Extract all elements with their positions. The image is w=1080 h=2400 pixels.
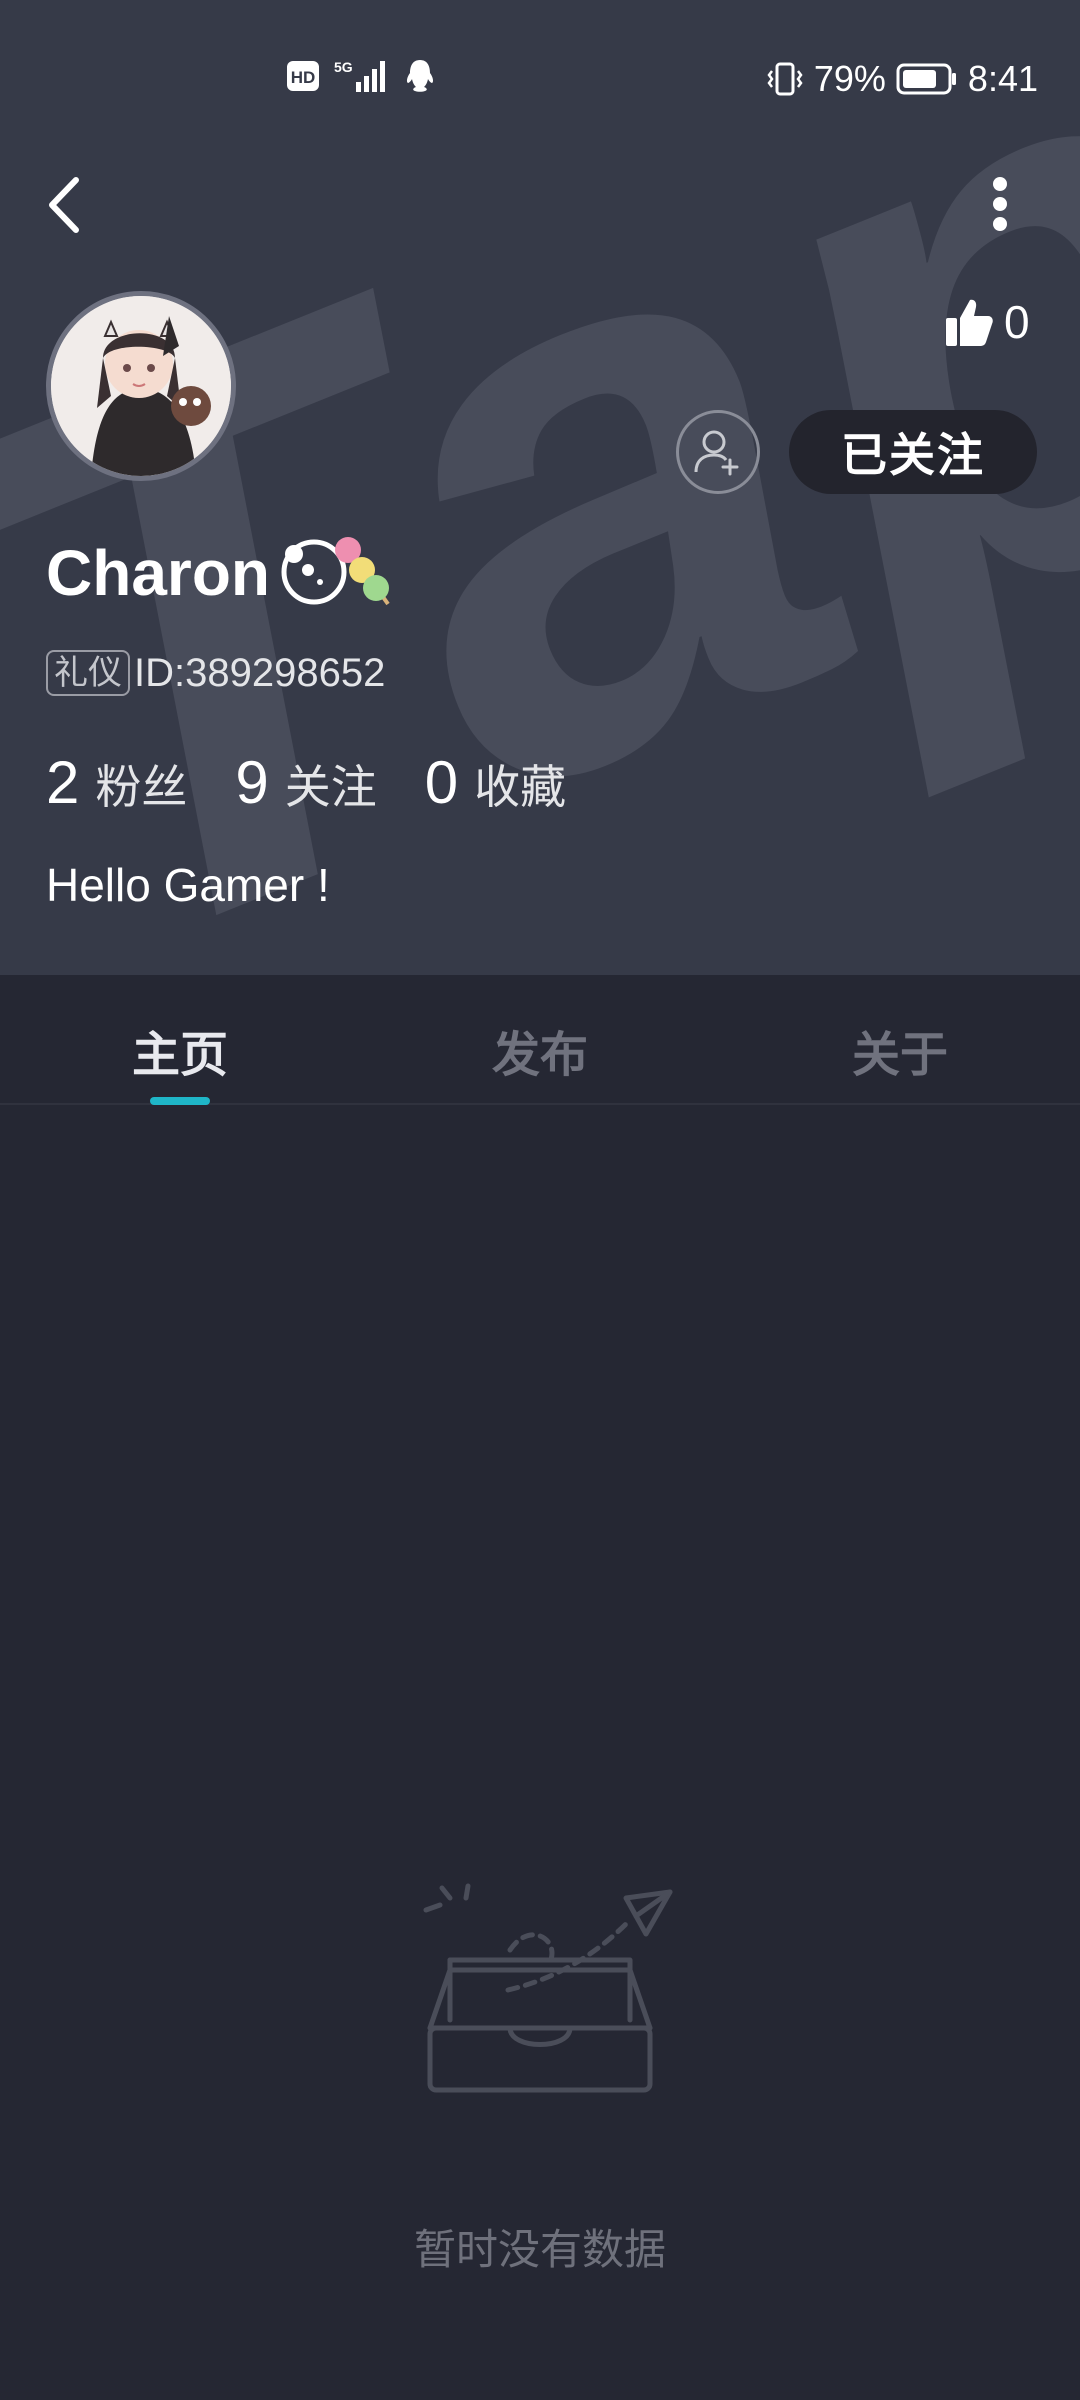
chevron-left-icon: [49, 177, 79, 233]
stat-value: 9: [235, 749, 269, 816]
thumbs-up-icon: [946, 299, 993, 346]
profile-tabs: 主页 发布 关于: [0, 975, 1080, 1105]
svg-text:TapTap: TapTap: [0, 20, 1080, 975]
stat-label: 关注: [284, 761, 377, 813]
stat-value: 2: [46, 749, 80, 816]
signal-5g-icon: 5G: [334, 59, 385, 92]
vibrate-icon: [767, 62, 803, 96]
avatar[interactable]: [46, 291, 236, 481]
clock: 8:41: [967, 58, 1038, 99]
profile-header: TapTap HD 5G 79% 8:41 0 已关注 Charon 礼仪 ID…: [0, 0, 1080, 975]
following-button[interactable]: 已关注: [789, 410, 1037, 494]
status-bar: HD 5G 79% 8:41: [0, 40, 1080, 120]
stat-label: 收藏: [474, 761, 567, 813]
stat-label: 粉丝: [95, 761, 188, 813]
battery-percent: 79%: [813, 58, 886, 99]
more-vertical-icon: [993, 177, 1007, 231]
empty-state-text: 暂时没有数据: [413, 2226, 666, 2273]
stat-favorites[interactable]: 0 收藏: [425, 748, 566, 817]
id-row: 礼仪 ID:389298652: [46, 650, 385, 696]
like-count: 0: [1004, 296, 1030, 348]
back-button[interactable]: [40, 168, 90, 242]
user-id: ID:389298652: [134, 650, 386, 695]
profile-page: TapTap HD 5G 79% 8:41 0 已关注 Charon 礼仪 ID…: [0, 0, 1080, 2400]
tab-posts[interactable]: 发布: [360, 1015, 720, 1085]
dango-badge-icon: [281, 537, 390, 606]
tab-about[interactable]: 关于: [720, 1015, 1080, 1085]
battery-icon: [896, 63, 956, 95]
svg-text:HD: HD: [291, 68, 316, 87]
stat-following[interactable]: 9 关注: [235, 748, 376, 817]
like-button[interactable]: 0: [944, 295, 1030, 349]
tab-home[interactable]: 主页: [0, 1015, 360, 1085]
svg-text:5G: 5G: [334, 59, 353, 75]
empty-inbox-icon: [423, 1883, 673, 2093]
hd-icon: HD: [287, 61, 319, 91]
add-friend-button[interactable]: [676, 410, 760, 494]
taptap-watermark: TapTap: [0, 20, 1080, 975]
stat-value: 0: [424, 749, 459, 816]
username: Charon: [46, 537, 270, 609]
avatar-image: [51, 296, 231, 476]
qq-icon: [406, 60, 434, 92]
active-tab-indicator: [150, 1097, 210, 1105]
stat-followers[interactable]: 2 粉丝: [46, 748, 187, 817]
profile-stats: 2 粉丝 9 关注 0 收藏: [46, 748, 614, 817]
bio: Hello Gamer !: [46, 859, 330, 911]
add-friend-icon: [694, 430, 739, 476]
etiquette-tag[interactable]: 礼仪: [46, 650, 130, 696]
more-options-button[interactable]: [976, 172, 1024, 232]
